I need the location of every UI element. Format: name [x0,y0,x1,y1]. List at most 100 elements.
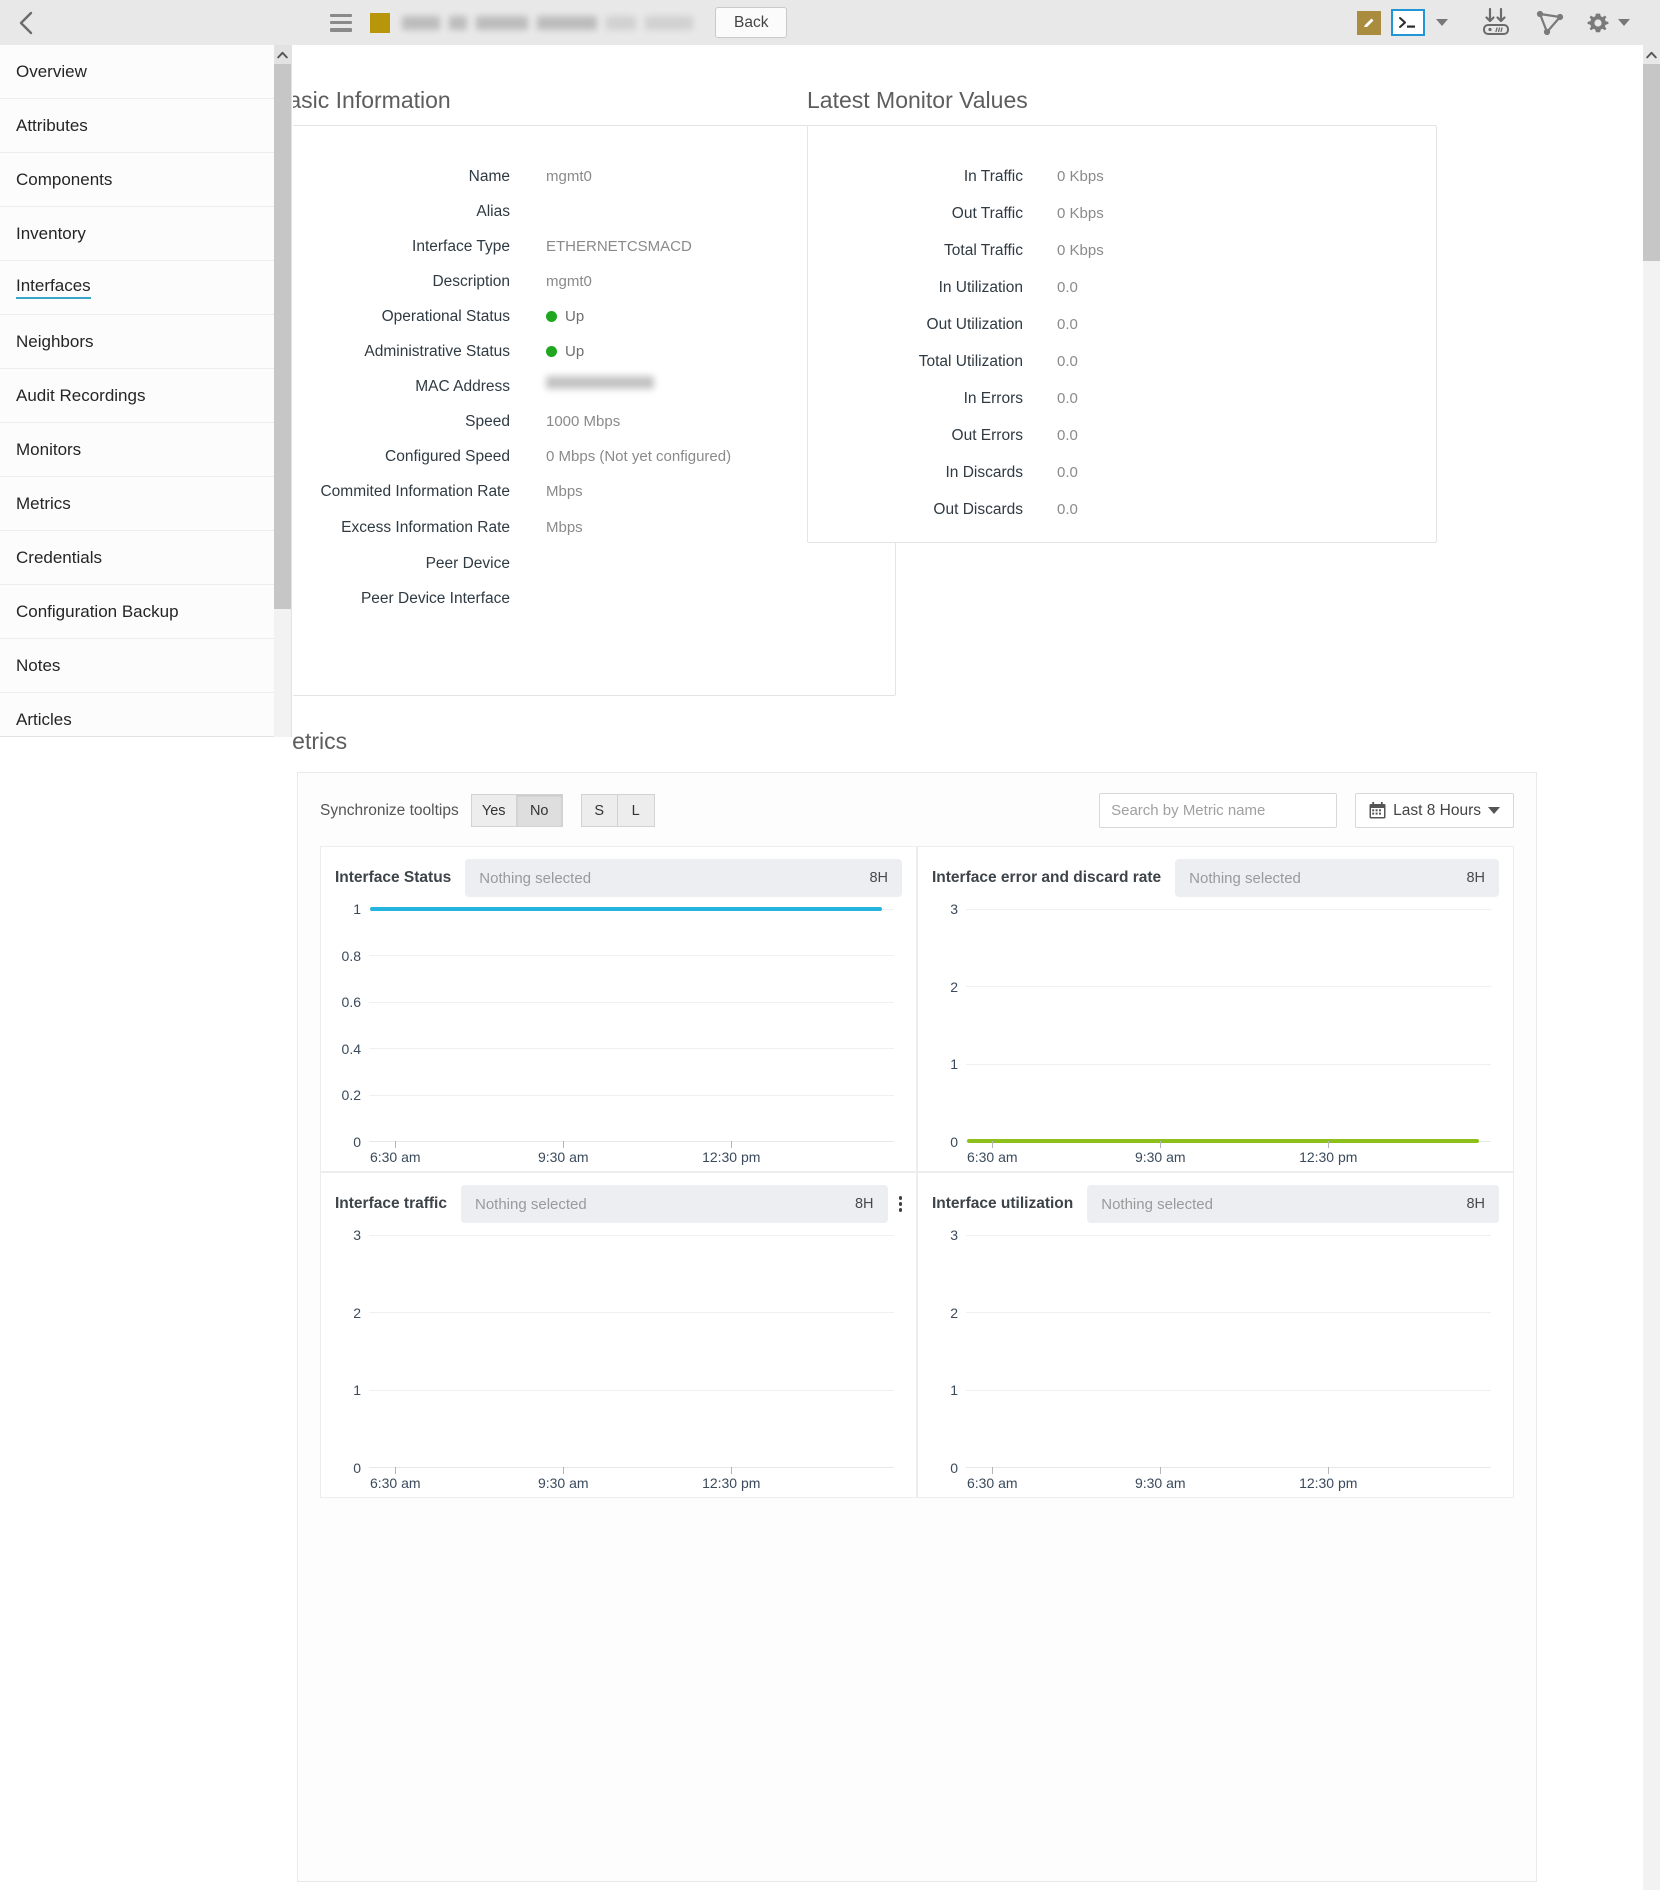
monitor-value-text: 0.0 [1057,427,1078,444]
sidebar-item-configuration-backup[interactable]: Configuration Backup [0,585,291,639]
basic-info-row: Excess Information Rate Mbps [293,517,895,539]
sidebar-item-interfaces[interactable]: Interfaces [0,261,291,315]
chart-series-selector[interactable]: Nothing selected 8H [1175,859,1499,897]
chart-title: Interface Status [335,869,452,886]
chart-options-kebab-icon[interactable] [898,1196,902,1212]
charts-grid: Interface Status Nothing selected 8H 0 0.2 0.… [320,846,1514,1498]
monitor-value-label: Out Discards [933,501,1023,518]
main-scroll-thumb[interactable] [1643,64,1660,261]
main-scrollbar[interactable] [1643,45,1660,1890]
chart-gridline: 0.6 [342,994,894,1010]
download-to-device-icon[interactable] [1478,6,1514,40]
sidebar-item-label: Configuration Backup [16,601,179,621]
basic-info-row: Speed 1000 Mbps [293,411,895,432]
chart-x-tick-label: 12:30 pm [702,1149,761,1165]
chart-x-tick [1328,1467,1330,1474]
basic-info-label: Excess Information Rate [341,519,510,536]
hamburger-menu-icon[interactable] [330,13,352,32]
chart-gridline: 3 [950,901,1491,917]
edit-icon[interactable] [1357,10,1381,35]
chart-plot-area: 0 0.2 0.4 0.6 0.8 1 6:30 am 9:30 am 12:30 pm [335,901,902,1171]
search-metric-input[interactable] [1099,793,1338,828]
terminal-icon[interactable] [1391,9,1425,36]
chart-gridline: 2 [353,1305,894,1321]
chart-x-tick [1328,1141,1330,1148]
chart-tile-interface-status: Interface Status Nothing selected 8H 0 0.2 0.… [320,846,917,1172]
back-chevron-icon[interactable] [0,0,52,45]
sidebar-item-neighbors[interactable]: Neighbors [0,315,291,369]
monitor-value-row: Out Errors 0.0 [808,425,1436,446]
basic-info-label: Configured Speed [385,448,510,465]
chart-x-tick [992,1141,994,1148]
sync-tooltips-yes-button[interactable]: Yes [470,794,517,827]
monitor-value-text: 0.0 [1057,279,1078,296]
sync-tooltips-no-button[interactable]: No [516,794,563,827]
chart-y-tick-label: 0.4 [341,1040,361,1057]
synchronize-tooltips-label: Synchronize tooltips [320,801,459,819]
basic-info-row: Administrative Status Up [293,341,895,362]
time-range-dropdown[interactable]: Last 8 Hours [1355,793,1514,828]
chart-series-selector[interactable]: Nothing selected 8H [1087,1185,1499,1223]
gear-glyph-icon [1587,13,1609,32]
basic-info-value-text: mgmt0 [546,273,592,290]
sidebar-item-metrics[interactable]: Metrics [0,477,291,531]
main-scroll-up-arrow-icon[interactable] [1643,45,1660,64]
basic-info-label: Operational Status [381,308,510,325]
monitor-value-text: 0.0 [1057,464,1078,481]
chart-y-axis: 0 1 2 3 [950,1227,1491,1476]
top-bar: Back [0,0,1660,45]
sidebar-item-overview[interactable]: Overview [0,45,291,99]
chart-gridline: 2 [950,979,1491,995]
chart-selector-text: Nothing selected [474,1195,587,1213]
sidebar-item-label: Credentials [16,547,102,567]
monitor-value-text: 0.0 [1057,316,1078,333]
sidebar-item-notes[interactable]: Notes [0,639,291,693]
chart-y-tick-label: 1 [950,1056,958,1073]
sidebar-item-inventory[interactable]: Inventory [0,207,291,261]
chart-gridline: 3 [353,1227,894,1243]
basic-info-row: MAC Address [293,376,895,397]
chart-y-tick-label: 0 [950,1134,958,1150]
sidebar-item-label: Attributes [16,115,88,135]
chart-series-selector[interactable]: Nothing selected 8H [460,1185,888,1223]
gear-dropdown-caret-icon[interactable] [1610,19,1638,26]
sidebar-item-credentials[interactable]: Credentials [0,531,291,585]
sidebar-item-label: Inventory [16,223,86,243]
chart-x-tick [563,1141,565,1148]
sidebar-item-articles[interactable]: Articles [0,693,291,747]
sidebar-item-label: Components [16,169,113,189]
chart-range-badge: 8H [869,870,888,886]
monitor-value-text: 0.0 [1057,501,1078,518]
chart-y-axis: 0 1 2 3 [950,901,1491,1150]
basic-info-row: Configured Speed 0 Mbps (Not yet configur… [293,446,895,467]
gear-icon[interactable] [1586,11,1610,35]
back-button[interactable]: Back [715,7,788,38]
sidebar-item-attributes[interactable]: Attributes [0,99,291,153]
basic-info-value: mgmt0 [510,271,592,292]
sidebar-item-monitors[interactable]: Monitors [0,423,291,477]
monitor-value-label: Out Traffic [951,205,1023,222]
chart-y-axis: 0 0.2 0.4 0.6 0.8 1 [342,901,894,1150]
chart-x-axis: 6:30 am 9:30 am 12:30 pm [369,1141,894,1171]
basic-info-value-text: Mbps [546,483,583,500]
status-dot-icon [546,311,557,322]
monitor-value-label: Out Errors [951,427,1023,444]
sidebar-scroll-thumb[interactable] [274,64,291,609]
chart-size-small-button[interactable]: S [580,794,618,827]
chevron-up-glyph [277,51,288,58]
chart-y-tick-label: 3 [950,901,958,917]
sidebar-item-label: Articles [16,710,72,729]
chart-series-selector[interactable]: Nothing selected 8H [465,859,902,897]
basic-info-label: Interface Type [412,238,510,255]
scroll-up-arrow-icon[interactable] [274,45,291,64]
sidebar-item-audit-recordings[interactable]: Audit Recordings [0,369,291,423]
chart-y-tick-label: 2 [950,1304,958,1321]
sidebar-scrollbar[interactable] [274,45,291,737]
terminal-dropdown-caret-icon[interactable] [1428,19,1456,26]
monitor-value-row: Out Traffic 0 Kbps [808,203,1436,224]
chart-range-badge: 8H [1466,870,1485,886]
topology-icon[interactable] [1536,10,1564,36]
basic-info-label: Peer Device [425,555,510,572]
sidebar-item-components[interactable]: Components [0,153,291,207]
chart-size-large-button[interactable]: L [617,794,655,827]
